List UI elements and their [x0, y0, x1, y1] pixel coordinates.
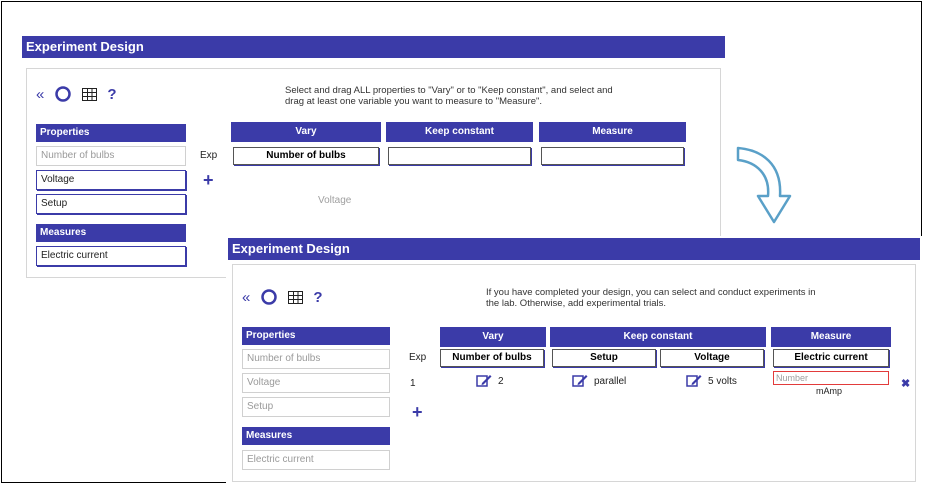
panel-title: Experiment Design — [228, 238, 920, 260]
exp-label: Exp — [200, 150, 218, 161]
voltage-value[interactable]: 5 volts — [686, 374, 737, 388]
table-icon[interactable] — [288, 290, 304, 304]
instructions-line-2: the lab. Otherwise, add experimental tri… — [486, 298, 667, 309]
property-number-of-bulbs[interactable]: Number of bulbs — [36, 146, 186, 166]
instructions-line-2: drag at least one variable you want to m… — [285, 96, 543, 107]
setup-value-text: parallel — [594, 375, 627, 387]
transition-arrow-icon — [736, 146, 792, 224]
property-voltage[interactable]: Voltage — [242, 373, 390, 393]
setup-value[interactable]: parallel — [572, 374, 626, 388]
properties-header: Properties — [242, 327, 390, 345]
column-keep-constant: Keep constant — [550, 327, 766, 347]
back-icon[interactable]: « — [242, 289, 250, 306]
instructions: Select and drag ALL properties to "Vary"… — [285, 85, 705, 107]
field-voltage[interactable]: Voltage — [660, 349, 764, 367]
add-trial-icon[interactable]: + — [203, 171, 214, 189]
measure-electric-current[interactable]: Electric current — [242, 450, 390, 470]
measure-electric-current[interactable]: Electric current — [36, 246, 186, 266]
table-icon[interactable] — [82, 87, 98, 101]
edit-icon[interactable] — [476, 374, 492, 388]
measure-number-input[interactable]: Number — [773, 371, 889, 385]
toolbar: « ? — [36, 85, 117, 103]
vary-cell-number-of-bulbs[interactable]: Number of bulbs — [233, 147, 379, 165]
back-icon[interactable]: « — [36, 86, 44, 103]
help-icon[interactable]: ? — [107, 86, 116, 103]
exp-label: Exp — [409, 352, 427, 363]
measure-drop-zone[interactable] — [541, 147, 684, 165]
help-icon[interactable]: ? — [313, 289, 322, 306]
edit-icon[interactable] — [686, 374, 702, 388]
experiment-design-panel-2: Experiment Design « ? If you have comple… — [228, 238, 920, 483]
column-vary: Vary — [231, 122, 381, 142]
keep-constant-drop-zone[interactable] — [388, 147, 531, 165]
trial-number: 1 — [410, 378, 416, 389]
measures-header: Measures — [36, 224, 186, 242]
reset-icon[interactable] — [54, 85, 72, 103]
property-number-of-bulbs[interactable]: Number of bulbs — [242, 349, 390, 369]
dragging-voltage-ghost: Voltage — [318, 195, 352, 206]
field-electric-current[interactable]: Electric current — [773, 349, 889, 367]
column-measure: Measure — [771, 327, 891, 347]
measure-unit: mAmp — [816, 386, 843, 396]
properties-header: Properties — [36, 124, 186, 142]
column-measure: Measure — [539, 122, 686, 142]
column-keep-constant: Keep constant — [386, 122, 533, 142]
add-trial-icon[interactable]: + — [412, 403, 423, 421]
bulbs-value-text: 2 — [498, 375, 504, 387]
property-setup[interactable]: Setup — [242, 397, 390, 417]
field-setup[interactable]: Setup — [552, 349, 656, 367]
delete-trial-icon[interactable]: ✖ — [901, 377, 910, 390]
instructions: If you have completed your design, you c… — [486, 287, 906, 309]
toolbar: « ? — [242, 288, 323, 306]
edit-icon[interactable] — [572, 374, 588, 388]
reset-icon[interactable] — [260, 288, 278, 306]
field-number-of-bulbs[interactable]: Number of bulbs — [440, 349, 544, 367]
property-setup[interactable]: Setup — [36, 194, 186, 214]
column-vary: Vary — [440, 327, 546, 347]
bulbs-value[interactable]: 2 — [476, 374, 504, 388]
measures-header: Measures — [242, 427, 390, 445]
property-voltage[interactable]: Voltage — [36, 170, 186, 190]
instructions-line-1: Select and drag ALL properties to "Vary"… — [285, 85, 613, 96]
instructions-line-1: If you have completed your design, you c… — [486, 287, 816, 298]
voltage-value-text: 5 volts — [708, 375, 737, 387]
panel-title: Experiment Design — [22, 36, 725, 58]
